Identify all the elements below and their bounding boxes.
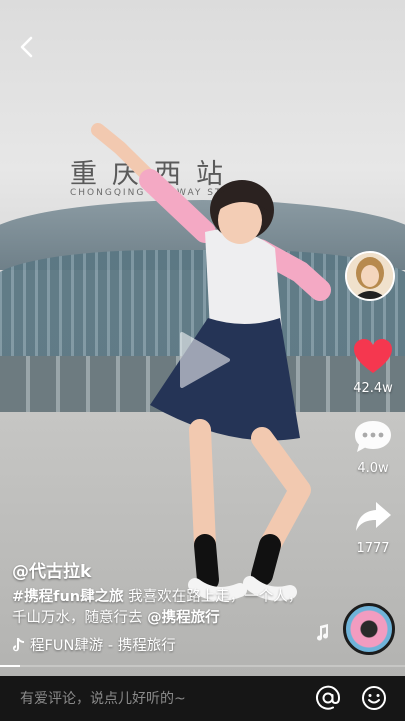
music-disc-icon[interactable] (343, 603, 395, 655)
share-button[interactable]: 1777 (345, 499, 401, 556)
music-note-icon (317, 624, 329, 641)
mention-link[interactable]: @携程旅行 (147, 610, 220, 626)
share-arrow-icon (356, 502, 391, 531)
video-caption: #携程fun肆之旅 我喜欢在路上走，一个人，千山万水，随意行去 @携程旅行 (12, 587, 312, 629)
music-title: 程FUN肆游 - 携程旅行 (30, 638, 176, 654)
hashtag-link[interactable]: #携程fun肆之旅 (12, 589, 124, 605)
comment-button[interactable]: 4.0w (345, 419, 401, 476)
video-progress-bar[interactable] (0, 665, 405, 667)
share-count: 1777 (356, 541, 390, 556)
comment-bubble-icon (355, 421, 391, 452)
at-mention-icon[interactable] (315, 685, 341, 711)
like-count: 42.4w (353, 381, 393, 396)
play-icon[interactable] (170, 328, 234, 392)
like-button[interactable]: 42.4w (345, 339, 401, 396)
tiktok-note-icon (13, 637, 24, 651)
author-avatar[interactable] (345, 251, 395, 301)
video-progress-fill (0, 665, 21, 667)
comment-count: 4.0w (357, 461, 389, 476)
heart-icon (354, 339, 392, 373)
avatar-portrait-icon (347, 253, 393, 299)
author-name[interactable]: @代古拉k (12, 557, 91, 582)
comment-bar: 有爱评论，说点儿好听的~ (0, 676, 405, 721)
emoji-icon[interactable] (361, 685, 387, 711)
comment-input[interactable]: 有爱评论，说点儿好听的~ (20, 688, 186, 708)
music-info[interactable]: 程FUN肆游 - 携程旅行 (12, 634, 176, 655)
back-arrow-icon[interactable] (14, 34, 40, 60)
